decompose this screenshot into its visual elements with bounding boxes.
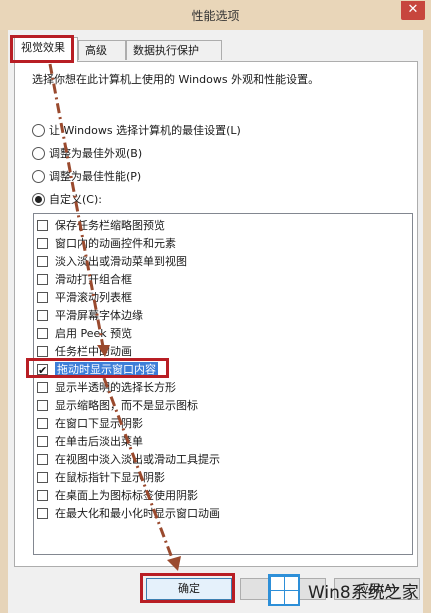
- window-title: 性能选项: [191, 9, 240, 23]
- option-label: 滑动打开组合框: [55, 273, 132, 286]
- radio-best-appearance[interactable]: 调整为最佳外观(B): [32, 146, 142, 162]
- radio-label: 让 Windows 选择计算机的最佳设置(L): [49, 124, 241, 137]
- description-text: 选择你想在此计算机上使用的 Windows 外观和性能设置。: [32, 73, 320, 86]
- list-item[interactable]: 在单击后淡出菜单: [37, 433, 143, 450]
- checkbox[interactable]: [37, 399, 48, 411]
- radio-label: 调整为最佳外观(B): [49, 147, 143, 160]
- list-item[interactable]: 在鼠标指针下显示阴影: [37, 469, 165, 486]
- radio-custom[interactable]: 自定义(C):: [32, 192, 102, 208]
- watermark-text: Win8系统之家: [308, 583, 419, 603]
- tab-advanced[interactable]: 高级: [78, 40, 126, 60]
- checkbox[interactable]: [37, 381, 48, 393]
- tab-data-execution-prevention[interactable]: 数据执行保护: [126, 40, 222, 60]
- list-item[interactable]: 淡入淡出或滑动菜单到视图: [37, 253, 187, 270]
- list-item[interactable]: 启用 Peek 预览: [37, 325, 132, 342]
- checkbox[interactable]: [37, 291, 48, 303]
- radio-button[interactable]: [32, 192, 45, 206]
- radio-let-windows-choose[interactable]: 让 Windows 选择计算机的最佳设置(L): [32, 123, 241, 139]
- radio-label: 调整为最佳性能(P): [49, 170, 142, 183]
- checkbox[interactable]: [37, 327, 48, 339]
- annotation-highlight-tab: [10, 35, 74, 63]
- option-label: 在鼠标指针下显示阴影: [55, 471, 165, 484]
- checkbox[interactable]: [37, 507, 48, 519]
- checkbox[interactable]: [37, 273, 48, 285]
- option-label: 任务栏中的动画: [55, 345, 132, 358]
- dialog-body: 视觉效果 高级 数据执行保护 选择你想在此计算机上使用的 Windows 外观和…: [8, 30, 423, 613]
- checkbox[interactable]: [37, 453, 48, 465]
- radio-label: 自定义(C):: [49, 193, 102, 206]
- list-item[interactable]: 在最大化和最小化时显示窗口动画: [37, 505, 220, 522]
- option-label: 保存任务栏缩略图预览: [55, 219, 165, 232]
- checkbox[interactable]: [37, 309, 48, 321]
- checkbox[interactable]: [37, 345, 48, 357]
- list-item[interactable]: 平滑屏幕字体边缘: [37, 307, 143, 324]
- option-label: 启用 Peek 预览: [55, 327, 133, 340]
- custom-options-list[interactable]: 保存任务栏缩略图预览 窗口内的动画控件和元素 淡入淡出或滑动菜单到视图 滑动打开…: [33, 213, 413, 555]
- checkbox[interactable]: [37, 417, 48, 429]
- close-button[interactable]: ✕: [401, 1, 425, 20]
- option-label: 窗口内的动画控件和元素: [55, 237, 176, 250]
- radio-button[interactable]: [32, 123, 45, 137]
- option-label: 显示缩略图，而不是显示图标: [55, 399, 198, 412]
- option-label: 在最大化和最小化时显示窗口动画: [55, 507, 220, 520]
- list-item[interactable]: 在窗口下显示阴影: [37, 415, 143, 432]
- checkbox[interactable]: [37, 471, 48, 483]
- list-item[interactable]: 显示缩略图，而不是显示图标: [37, 397, 198, 414]
- list-item[interactable]: 滑动打开组合框: [37, 271, 132, 288]
- list-item[interactable]: 在桌面上为图标标签使用阴影: [37, 487, 198, 504]
- list-item[interactable]: 平滑滚动列表框: [37, 289, 132, 306]
- radio-best-performance[interactable]: 调整为最佳性能(P): [32, 169, 141, 185]
- annotation-highlight-ok: [140, 573, 235, 603]
- option-label: 在桌面上为图标标签使用阴影: [55, 489, 198, 502]
- option-label: 淡入淡出或滑动菜单到视图: [55, 255, 187, 268]
- radio-button[interactable]: [32, 169, 45, 183]
- checkbox[interactable]: [37, 435, 48, 447]
- option-label: 在单击后淡出菜单: [55, 435, 143, 448]
- option-label: 平滑屏幕字体边缘: [55, 309, 143, 322]
- option-label: 显示半透明的选择长方形: [55, 381, 176, 394]
- list-item[interactable]: 显示半透明的选择长方形: [37, 379, 176, 396]
- option-label: 平滑滚动列表框: [55, 291, 132, 304]
- watermark: Win8系统之家: [268, 574, 428, 606]
- windows-logo-icon: [268, 574, 300, 606]
- annotation-highlight-option: [26, 358, 169, 378]
- radio-button[interactable]: [32, 146, 45, 160]
- option-label: 在视图中淡入淡出或滑动工具提示: [55, 453, 220, 466]
- list-item[interactable]: 在视图中淡入淡出或滑动工具提示: [37, 451, 220, 468]
- list-item[interactable]: 保存任务栏缩略图预览: [37, 217, 165, 234]
- option-label: 在窗口下显示阴影: [55, 417, 143, 430]
- checkbox[interactable]: [37, 489, 48, 501]
- checkbox[interactable]: [37, 219, 48, 231]
- list-item[interactable]: 窗口内的动画控件和元素: [37, 235, 176, 252]
- visual-effects-panel: 选择你想在此计算机上使用的 Windows 外观和性能设置。 让 Windows…: [14, 61, 418, 567]
- checkbox[interactable]: [37, 237, 48, 249]
- title-bar: 性能选项 ✕: [0, 0, 431, 30]
- checkbox[interactable]: [37, 255, 48, 267]
